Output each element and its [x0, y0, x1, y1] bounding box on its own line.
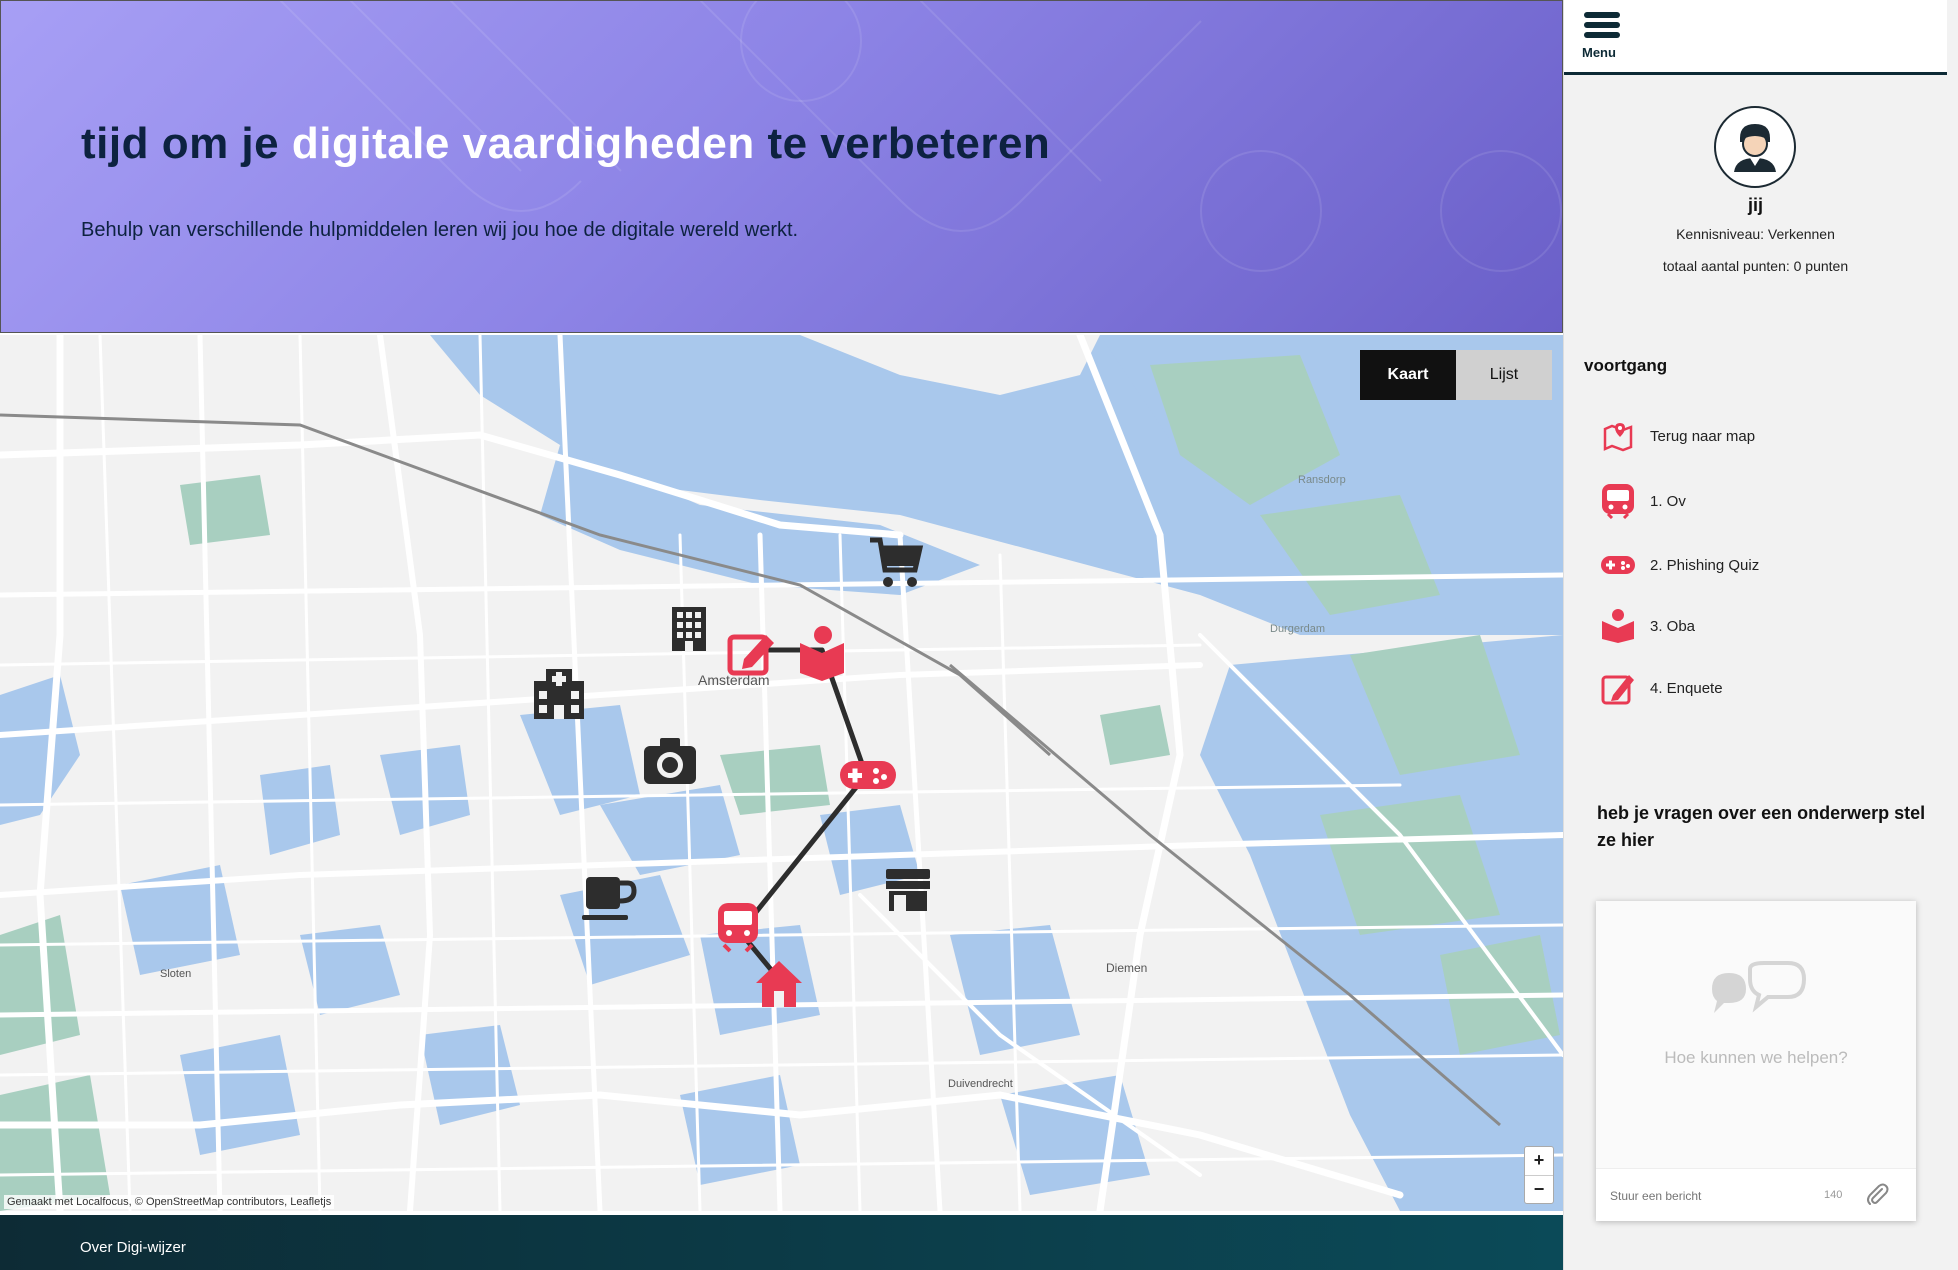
label-duivendrecht: Duivendrecht [948, 1078, 1013, 1090]
user-name: jij [1747, 195, 1763, 215]
over-digi-wijzer-link[interactable]: Over Digi-wijzer [80, 1239, 186, 1256]
char-counter: 140 [1824, 1189, 1843, 1201]
avatar [1714, 106, 1796, 188]
progress-item-ov[interactable]: 1. Ov [1600, 483, 1686, 519]
zoom-out-button[interactable]: − [1525, 1175, 1553, 1204]
progress-item-oba[interactable]: 3. Oba [1600, 608, 1695, 644]
gamepad-icon[interactable] [840, 761, 896, 789]
building-icon[interactable] [672, 607, 706, 651]
zoom-controls: + − [1524, 1146, 1554, 1204]
map-canvas[interactable]: Amsterdam Ransdorp Durgerdam Sloten Diem… [0, 335, 1563, 1211]
chat-placeholder-message: Hoe kunnen we helpen? [1664, 1048, 1848, 1067]
zoom-in-button[interactable]: + [1525, 1147, 1553, 1175]
progress-item-label: Terug naar map [1650, 427, 1756, 445]
page-title: tijd om je digitale vaardigheden te verb… [81, 119, 1051, 168]
progress-item-enquete[interactable]: 4. Enquete [1600, 670, 1723, 706]
label-ransdorp: Ransdorp [1298, 474, 1346, 486]
lijst-button[interactable]: Lijst [1456, 350, 1552, 400]
user-icon [1734, 124, 1776, 172]
paperclip-icon[interactable] [1864, 1182, 1890, 1208]
title-highlight: digitale vaardigheden [291, 119, 755, 168]
user-points: totaal aantal punten: 0 punten [1662, 258, 1849, 274]
page-subtitle: Behulp van verschillende hulpmiddelen le… [81, 219, 799, 241]
train-icon [1600, 483, 1636, 519]
hero-banner: tijd om je digitale vaardigheden te verb… [0, 0, 1563, 333]
edit-icon [1600, 670, 1636, 706]
progress-item-label: 1. Ov [1650, 492, 1686, 510]
footer: Over Digi-wijzer [0, 1215, 1563, 1270]
city-map[interactable]: Amsterdam Ransdorp Durgerdam Sloten Diem… [0, 335, 1563, 1211]
map-attribution: Gemaakt met Localfocus, © OpenStreetMap … [4, 1195, 335, 1209]
progress-item-label: 3. Oba [1650, 617, 1696, 635]
menu-bar: Menu [1564, 0, 1947, 75]
user-level: Kennisniveau: Verkennen [1676, 226, 1835, 242]
progress-item-terug-naar-map[interactable]: Terug naar map [1600, 418, 1755, 454]
menu-label[interactable]: Menu [1582, 45, 1616, 60]
sidebar: Menu jij Kennisniveau: Verkennen totaal … [1563, 0, 1958, 1270]
chat-widget: Hoe kunnen we helpen? 140 [1596, 901, 1916, 1221]
chat-input-bar: 140 [1596, 1168, 1916, 1221]
view-toggle: Kaart Lijst [1360, 350, 1552, 400]
book-reader-icon [1600, 608, 1636, 644]
kaart-button[interactable]: Kaart [1360, 350, 1456, 400]
progress-item-phishing-quiz[interactable]: 2. Phishing Quiz [1600, 547, 1759, 583]
progress-item-label: 4. Enquete [1650, 679, 1723, 697]
label-diemen: Diemen [1106, 961, 1147, 975]
map-marker-icon [1600, 418, 1636, 454]
questions-title: heb je vragen over een onderwerp stel ze… [1597, 803, 1926, 850]
chat-message-input[interactable] [1608, 1183, 1802, 1209]
progress-title: voortgang [1584, 356, 1668, 375]
chat-bubbles-icon [1712, 961, 1807, 1013]
label-durgerdam: Durgerdam [1270, 623, 1325, 635]
hamburger-menu-icon[interactable] [1584, 12, 1620, 42]
gamepad-icon [1600, 547, 1636, 583]
progress-item-label: 2. Phishing Quiz [1650, 556, 1760, 574]
label-sloten: Sloten [160, 968, 191, 980]
